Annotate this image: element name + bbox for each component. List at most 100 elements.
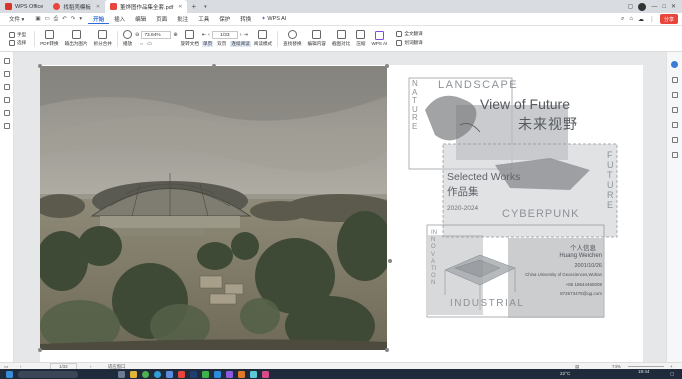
hand-tool-button[interactable]: 手型 [6, 31, 29, 38]
close-icon[interactable]: ✕ [178, 4, 182, 10]
resize-handle[interactable] [385, 348, 389, 352]
zoom-input[interactable]: 73.84% [141, 30, 172, 39]
next-page-icon[interactable]: › [240, 32, 242, 38]
resize-handle[interactable] [212, 64, 216, 68]
edit-content-button[interactable]: 编辑内容 [305, 30, 329, 47]
menu-page[interactable]: 页面 [151, 15, 172, 23]
menu-comment[interactable]: 批注 [172, 15, 193, 23]
explorer-icon[interactable] [130, 370, 137, 378]
properties-icon[interactable] [671, 77, 678, 83]
resize-handle[interactable] [38, 348, 42, 352]
menu-start[interactable]: 开始 [88, 15, 110, 24]
cloud-icon[interactable]: ☁ [638, 16, 644, 23]
new-tab-button[interactable]: + [187, 2, 200, 11]
prev-page-icon[interactable]: ‹ [20, 364, 21, 369]
play-button[interactable]: 播放 [120, 30, 135, 47]
menu-insert[interactable]: 插入 [109, 15, 130, 23]
attachment-icon[interactable] [3, 97, 10, 103]
settings-icon[interactable] [671, 137, 678, 143]
search-icon[interactable]: ⌕ [621, 16, 624, 23]
menu-wps-ai[interactable]: ✦ WPS AI [256, 16, 291, 22]
fit-page-icon[interactable]: ▭ [147, 41, 152, 47]
layout-icon[interactable]: ▢ [628, 3, 634, 10]
split-merge-button[interactable]: 拆分合并 [91, 30, 115, 47]
architecture-rendering-image[interactable] [40, 66, 387, 350]
notification-icon[interactable]: ▢ [670, 371, 674, 377]
sync-icon[interactable] [671, 92, 678, 98]
continuous-read-button[interactable]: 连续阅读 [230, 40, 251, 47]
last-page-icon[interactable]: ⇥ [244, 32, 248, 38]
photoshop-icon[interactable] [190, 370, 197, 378]
edge-icon[interactable] [154, 370, 161, 378]
assistant-icon[interactable] [671, 61, 678, 68]
compress-button[interactable]: 压缩 [353, 30, 368, 47]
chrome-icon[interactable] [142, 370, 149, 378]
menu-protect[interactable]: 保护 [214, 15, 235, 23]
wps-taskbar-icon[interactable] [178, 370, 185, 378]
wechat-icon[interactable] [202, 370, 209, 378]
home-icon[interactable]: ⌂ [629, 16, 633, 22]
maximize-button[interactable]: □ [662, 4, 666, 10]
single-page-button[interactable]: 单页 [201, 40, 214, 47]
close-icon[interactable]: ✕ [96, 4, 100, 10]
chevron-down-icon[interactable]: ▾ [200, 4, 211, 10]
tab-template[interactable]: 找稻壳模板 ✕ [48, 0, 105, 13]
prev-page-icon[interactable]: ‹ [208, 32, 210, 38]
thumbnail-icon[interactable] [3, 71, 10, 77]
search-icon[interactable] [18, 370, 78, 378]
share-button[interactable]: 分享 [659, 14, 678, 24]
avatar[interactable] [638, 2, 647, 11]
find-replace-button[interactable]: 查找替换 [280, 30, 304, 47]
resize-handle[interactable] [385, 64, 389, 68]
qq-icon[interactable] [214, 370, 221, 378]
wps-ai-tool-button[interactable]: WPS AI [369, 30, 391, 46]
print-icon[interactable]: ⎙ [54, 16, 58, 23]
app-icon[interactable] [238, 370, 245, 378]
app-icon[interactable] [250, 370, 257, 378]
help-icon[interactable] [671, 152, 678, 158]
zoom-in-icon[interactable]: + [670, 364, 673, 369]
resize-handle[interactable] [388, 259, 392, 263]
bookmark-icon[interactable] [3, 58, 10, 64]
screenshot-compare-button[interactable]: 截图对比 [329, 30, 353, 47]
minimize-button[interactable]: — [651, 4, 657, 10]
clock-time[interactable]: 19:44 [638, 369, 650, 374]
layers-icon[interactable] [3, 123, 10, 129]
panel-icon[interactable] [671, 122, 678, 128]
weather-text[interactable]: 22°C [560, 371, 570, 376]
next-page-icon[interactable]: › [90, 364, 91, 369]
word-translate-button[interactable]: 划词翻译 [393, 40, 425, 46]
read-mode-button[interactable]: 阅读模式 [251, 30, 275, 47]
open-folder-icon[interactable]: ▭ [45, 16, 50, 23]
tab-wps-office[interactable]: WPS Office [0, 0, 48, 13]
store-icon[interactable] [166, 370, 173, 378]
close-window-button[interactable]: ✕ [671, 3, 676, 10]
double-page-button[interactable]: 双页 [217, 41, 226, 47]
app-icon[interactable] [226, 370, 233, 378]
taskview-icon[interactable] [118, 370, 125, 378]
undo-icon[interactable]: ↶ [62, 16, 67, 23]
save-icon[interactable]: ▣ [35, 16, 40, 23]
full-translate-button[interactable]: 全文翻译 [393, 31, 425, 37]
more-icon[interactable]: ▾ [79, 16, 82, 23]
tab-pdf-document[interactable]: 董烨图作品集全套.pdf ✕ [105, 0, 188, 13]
output-image-button[interactable]: 输出为图片 [62, 30, 91, 47]
windows-start-icon[interactable] [6, 370, 13, 378]
fit-width-icon[interactable]: ⇔ [139, 41, 144, 47]
menu-tools[interactable]: 工具 [193, 15, 214, 23]
more-options-icon[interactable]: ⋮ [649, 16, 655, 23]
first-page-icon[interactable]: ⇤ [202, 32, 206, 38]
app-icon[interactable] [262, 370, 269, 378]
rotate-button[interactable]: 旋转文档 [178, 30, 202, 47]
resize-handle[interactable] [38, 64, 42, 68]
menu-edit[interactable]: 编辑 [130, 15, 151, 23]
select-tool-button[interactable]: 选择 [6, 39, 29, 46]
file-menu[interactable]: 文件 ▾ [4, 15, 29, 23]
page-number-input[interactable]: 1/33 [211, 30, 238, 39]
history-icon[interactable] [671, 107, 678, 113]
redo-icon[interactable]: ↷ [71, 16, 76, 23]
zoom-out-icon[interactable]: ⊖ [135, 32, 139, 38]
pdf-convert-button[interactable]: PDF转换 [37, 30, 61, 47]
zoom-slider[interactable] [628, 365, 664, 367]
menu-convert[interactable]: 转换 [235, 15, 256, 23]
